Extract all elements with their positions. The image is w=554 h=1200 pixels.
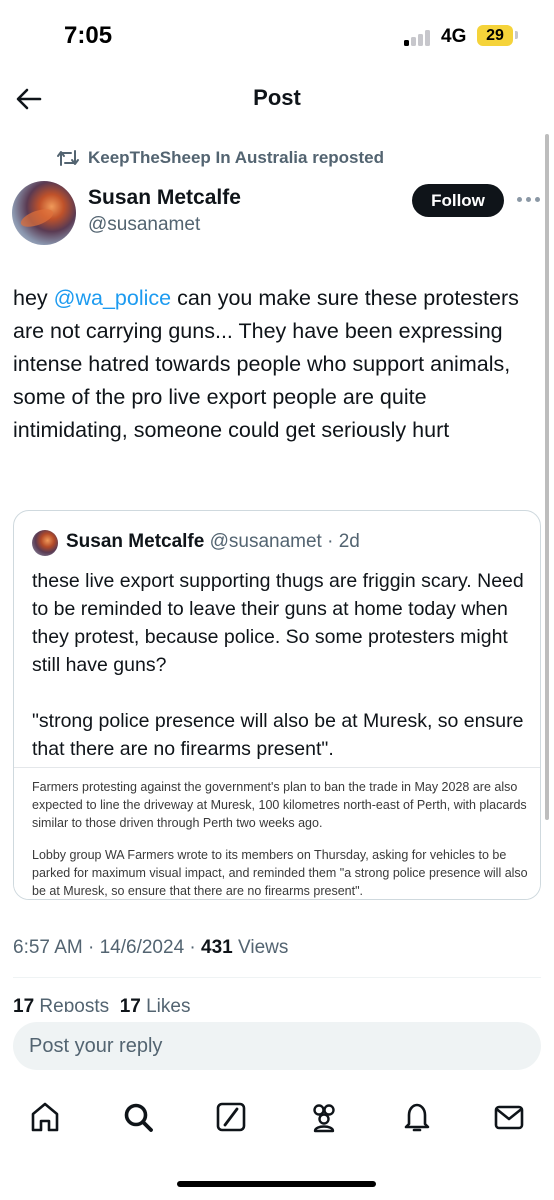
reply-box[interactable] [13,1022,541,1070]
top-nav: Post [0,72,554,126]
bell-icon[interactable] [400,1100,434,1134]
post-time: 6:57 AM [13,937,83,958]
network-type: 4G [441,26,467,47]
quote-author-name: Susan Metcalfe [66,531,205,552]
repost-context[interactable]: KeepTheSheep In Australia reposted [56,146,384,170]
author-avatar[interactable] [12,181,76,245]
mention-link[interactable]: @wa_police [54,286,171,310]
quote-image-paragraph: Lobby group WA Farmers wrote to its memb… [32,848,528,898]
bottom-tab-bar [0,1086,554,1148]
quote-header: Susan Metcalfe @susanamet · 2d [66,531,360,553]
more-dots-icon[interactable] [517,197,541,203]
meta-separator: · [82,937,100,958]
battery-icon: 29 [477,25,513,46]
author-handle[interactable]: @susanamet [88,214,200,236]
quote-text: these live export supporting thugs are f… [32,570,524,760]
repost-text: KeepTheSheep In Australia reposted [88,148,384,167]
status-bar: 7:05 4G 29 [0,0,554,72]
post-text-start: hey [13,286,54,310]
communities-icon[interactable] [307,1100,341,1134]
quote-author-handle: @susanamet [209,531,322,552]
grok-icon[interactable] [214,1100,248,1134]
mail-icon[interactable] [492,1100,526,1134]
author-name[interactable]: Susan Metcalfe [88,186,241,210]
signal-icon [404,30,432,46]
quote-age: 2d [338,531,360,552]
post-text: hey @wa_police can you make sure these p… [13,282,545,447]
views-label: Views [232,937,289,958]
home-indicator [177,1181,376,1187]
meta-separator: · [184,937,202,958]
post-meta: 6:57 AM · 14/6/2024 · 431 Views [13,937,288,959]
quote-separator: · [321,531,339,552]
reply-input[interactable] [29,1022,519,1070]
divider [13,977,541,978]
repost-icon [57,150,79,166]
quote-avatar [32,530,58,556]
quote-image[interactable]: Farmers protesting against the governmen… [14,767,540,899]
home-icon[interactable] [28,1100,62,1134]
quote-image-paragraph: Farmers protesting against the governmen… [32,780,527,830]
status-time: 7:05 [64,22,113,49]
views-count: 431 [201,937,233,958]
battery-tip [515,31,518,39]
scrollbar[interactable] [545,134,549,820]
search-icon[interactable] [121,1100,155,1134]
post-date: 14/6/2024 [99,937,185,958]
page-title: Post [253,85,301,110]
quoted-post[interactable]: Susan Metcalfe @susanamet · 2d these liv… [13,510,541,900]
follow-button[interactable]: Follow [412,184,504,217]
